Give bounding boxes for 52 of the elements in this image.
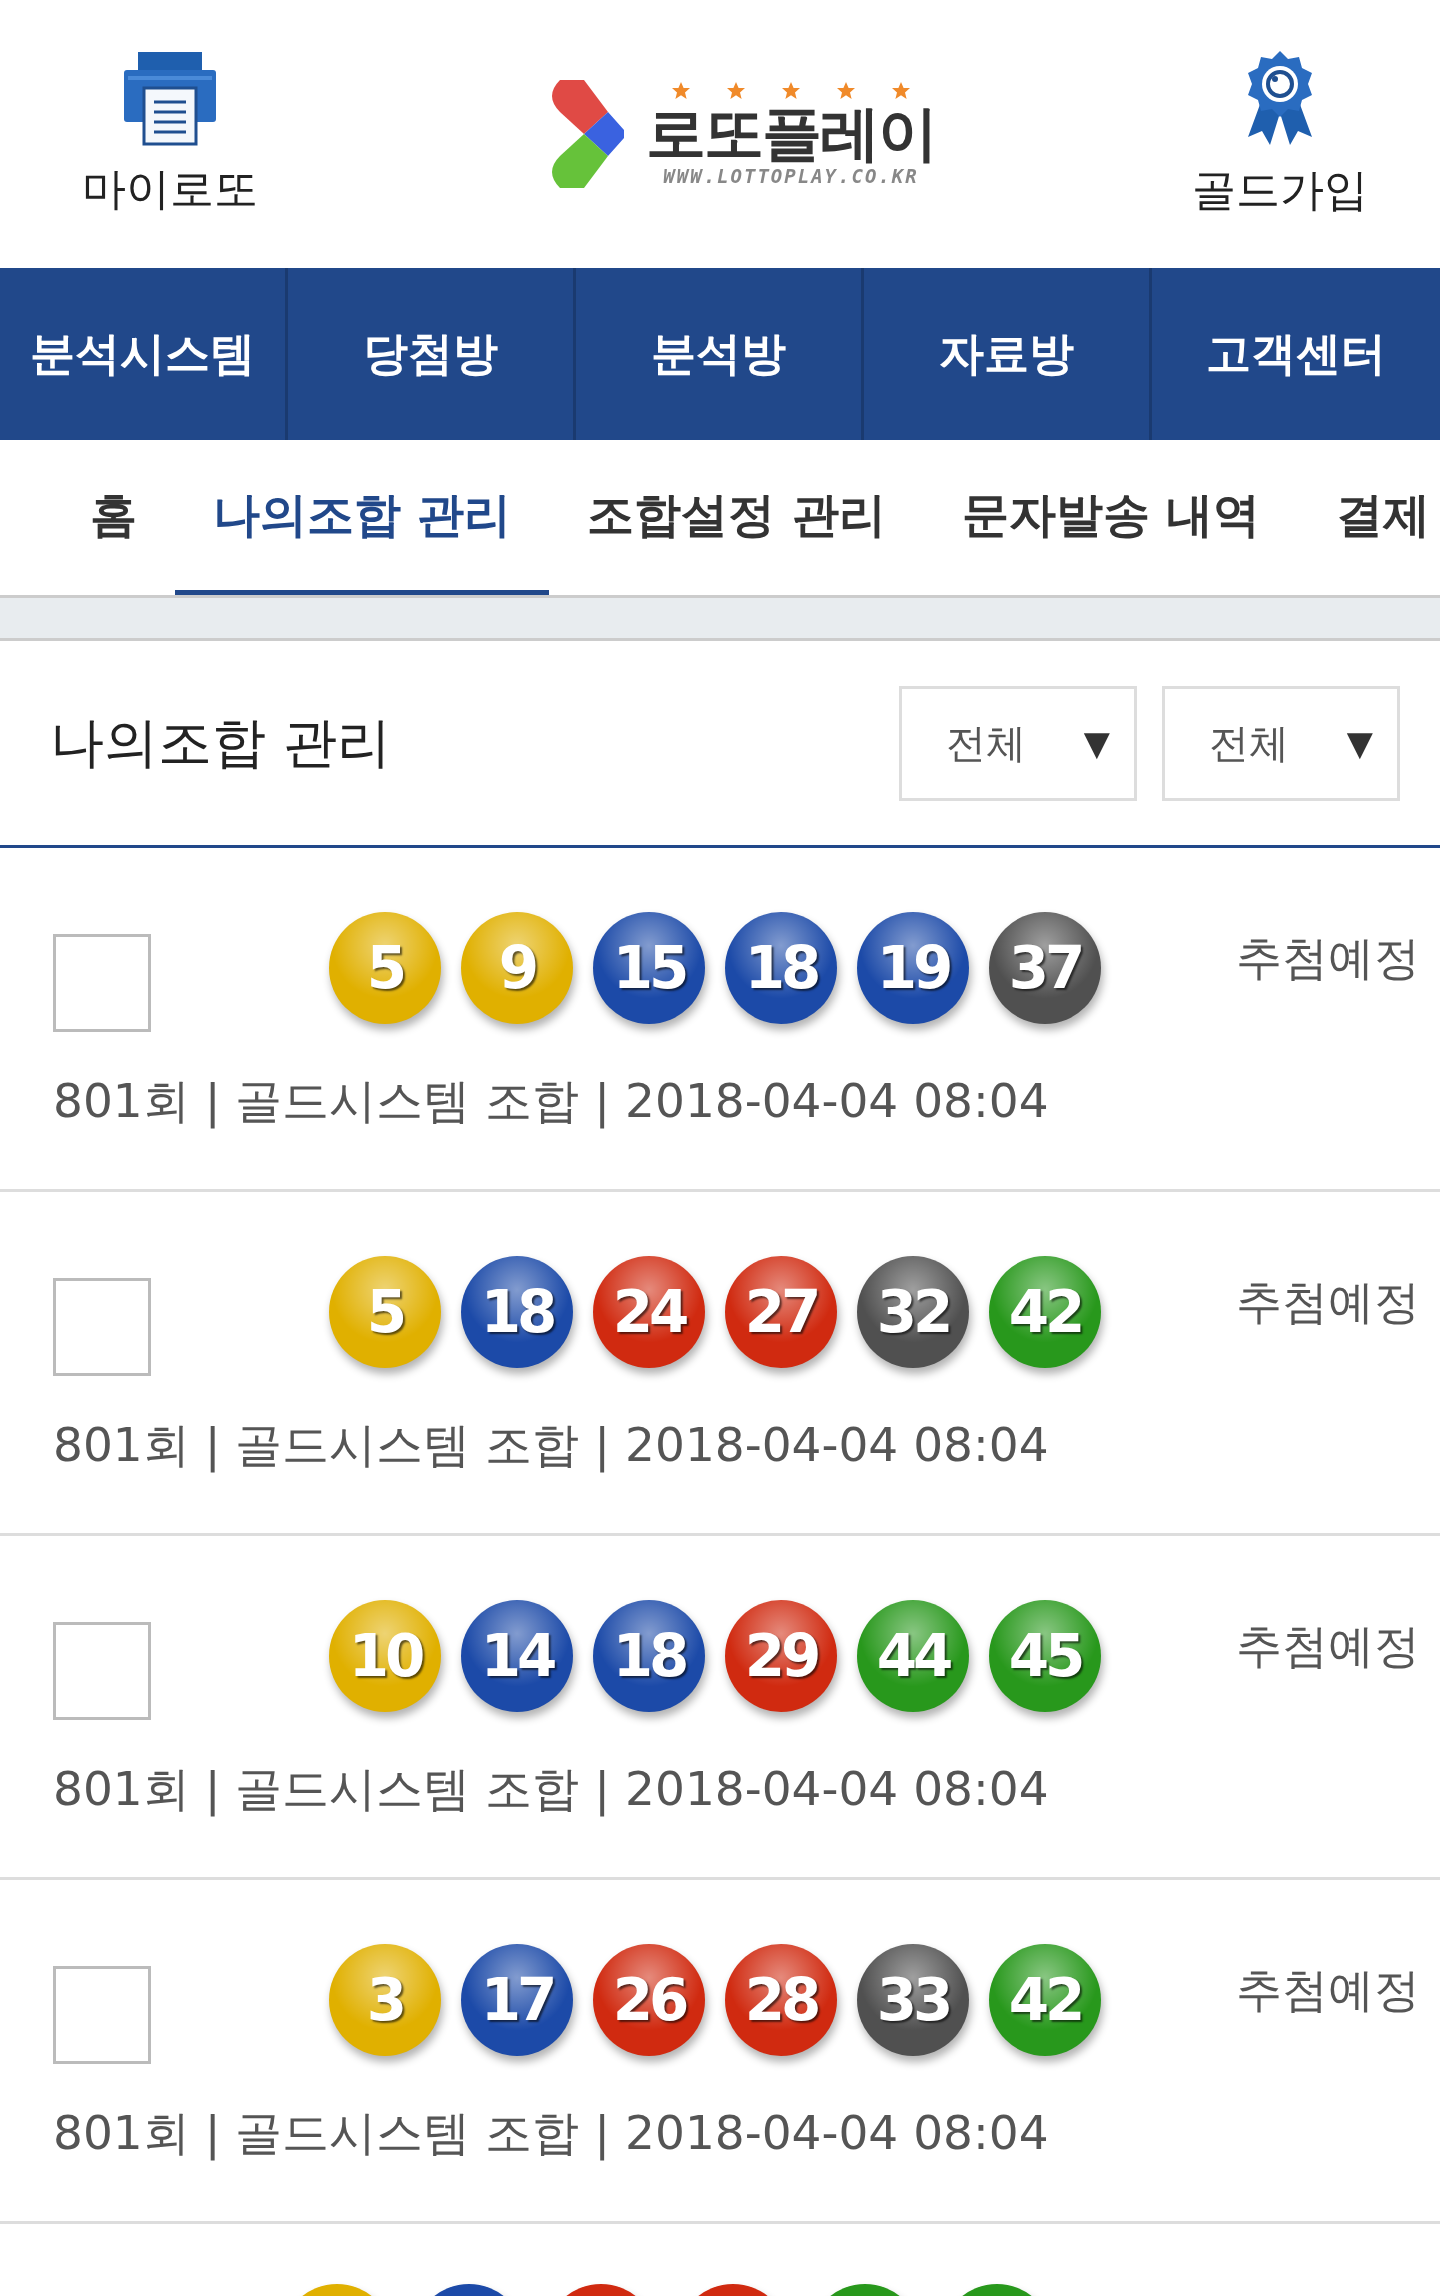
- combination-info: 801회 | 골드시스템 조합 | 2018-04-04 08:04: [53, 1072, 1050, 1131]
- filter-dropdown[interactable]: 전체 ▼: [899, 685, 1137, 801]
- lotto-ball: 33: [857, 1944, 969, 2056]
- tab[interactable]: 결제: [1298, 440, 1440, 595]
- draw-status: 추첨예정: [1236, 1618, 1420, 1675]
- lotto-ball: 44: [857, 1600, 969, 1712]
- lotto-ball: 32: [857, 1256, 969, 1368]
- lotto-ball: 28: [725, 1944, 837, 2056]
- stars-icon: [671, 81, 911, 101]
- lotto-ball: 17: [461, 1944, 573, 2056]
- lotto-ball: 15: [593, 912, 705, 1024]
- lotto-ball: 5: [329, 1256, 441, 1368]
- draw-status: 추첨예정: [1236, 1274, 1420, 1331]
- section-title: 나의조합 관리: [50, 709, 393, 776]
- draw-status: 추첨예정: [1236, 1962, 1420, 2019]
- caret-icon: ▼: [1083, 723, 1110, 763]
- combination-info: 801회 | 골드시스템 조합 | 2018-04-04 08:04: [53, 1416, 1050, 1475]
- my-lotto-link[interactable]: 마이로또: [60, 49, 280, 219]
- lotto-ball: 24: [593, 1256, 705, 1368]
- lotto-ball: 42: [989, 1256, 1101, 1368]
- lotto-ball: 29: [725, 1600, 837, 1712]
- lotto-ball: 18: [725, 912, 837, 1024]
- logo-url: WWW.LOTTOPLAY.CO.KR: [663, 165, 919, 187]
- lotto-ball: 26: [593, 1944, 705, 2056]
- logo-title: 로또플레이: [646, 103, 936, 163]
- lotto-ball: 42: [989, 1944, 1101, 2056]
- lotto-ball: 5: [329, 912, 441, 1024]
- tab[interactable]: 홈: [52, 440, 175, 595]
- lotto-ball: 9: [461, 912, 573, 1024]
- combination-info: 801회 | 골드시스템 조합 | 2018-04-04 08:04: [53, 1760, 1050, 1819]
- checkbox[interactable]: [53, 934, 151, 1032]
- tab[interactable]: 나의조합 관리: [175, 440, 550, 595]
- combination-info: 801회 | 골드시스템 조합 | 2018-04-04 08:04: [53, 2104, 1050, 2163]
- lotto-ball: 3: [329, 1944, 441, 2056]
- lotto-ball: 37: [989, 912, 1101, 1024]
- membership-join-link[interactable]: 골드가입: [1170, 48, 1390, 220]
- tab[interactable]: 문자발송 내역: [923, 440, 1299, 595]
- caret-icon: ▼: [1346, 723, 1373, 763]
- lotto-ball: 18: [461, 1256, 573, 1368]
- printer-icon: [124, 49, 216, 146]
- lotto-ball: 14: [461, 1600, 573, 1712]
- lotto-ball: 18: [593, 1600, 705, 1712]
- tab[interactable]: 조합설정 관리: [549, 440, 924, 595]
- lotto-ball: 19: [857, 912, 969, 1024]
- lotto-ball: 10: [329, 1600, 441, 1712]
- lotto-ball: 45: [989, 1600, 1101, 1712]
- filter-dropdown[interactable]: 전체 ▼: [1162, 685, 1400, 801]
- draw-status: 추첨예정: [1236, 930, 1420, 987]
- checkbox[interactable]: [53, 1622, 151, 1720]
- lotto-ball: 27: [725, 1256, 837, 1368]
- checkbox[interactable]: [53, 1278, 151, 1376]
- checkbox[interactable]: [53, 1966, 151, 2064]
